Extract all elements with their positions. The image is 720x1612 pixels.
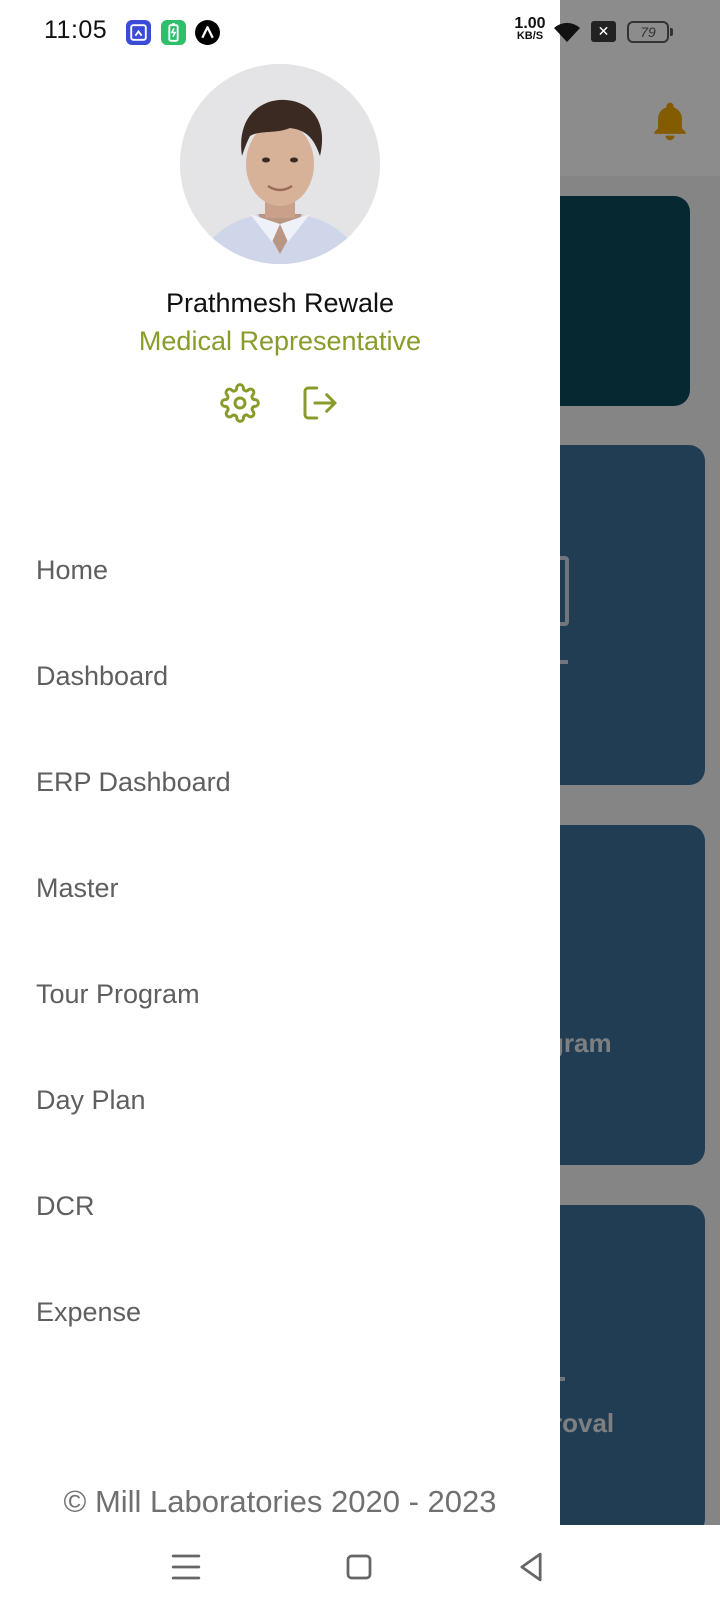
logout-icon[interactable]: [300, 383, 340, 423]
recent-apps-icon[interactable]: [164, 1545, 208, 1589]
menu-item-master[interactable]: Master: [36, 858, 516, 918]
battery-tip: [670, 28, 673, 36]
battery-saver-icon: [161, 20, 186, 45]
battery-level: 79: [640, 24, 656, 40]
profile-photo: [180, 64, 380, 264]
battery-icon: 79: [627, 21, 669, 43]
profile-avatar[interactable]: [180, 64, 380, 264]
app-screen: gram roval Prathmesh Rewale Medical Repr…: [0, 0, 720, 1612]
triangle-app-icon: [195, 20, 220, 45]
menu-item-dashboard[interactable]: Dashboard: [36, 646, 516, 706]
copyright-footer: © Mill Laboratories 2020 - 2023: [63, 1484, 497, 1519]
network-speed: 1.00 KB/S: [512, 16, 548, 42]
no-sim-icon: ✕: [591, 21, 616, 42]
user-role: Medical Representative: [138, 326, 422, 356]
menu-item-home[interactable]: Home: [36, 540, 516, 600]
home-button-icon[interactable]: [337, 1545, 381, 1589]
menu-item-day-plan[interactable]: Day Plan: [36, 1070, 516, 1130]
gear-icon[interactable]: [220, 383, 260, 423]
menu-item-expense[interactable]: Expense: [36, 1282, 516, 1342]
status-bar: 11:05 1.00 KB/S ✕ 79: [0, 0, 720, 64]
menu-item-erp-dashboard[interactable]: ERP Dashboard: [36, 752, 516, 812]
wifi-icon: [554, 22, 580, 42]
screen-mirror-icon: [126, 20, 151, 45]
menu-item-dcr[interactable]: DCR: [36, 1176, 516, 1236]
back-button-icon[interactable]: [509, 1545, 553, 1589]
status-time: 11:05: [44, 16, 108, 44]
network-speed-unit: KB/S: [516, 30, 544, 42]
system-navigation-bar: [0, 1525, 720, 1612]
navigation-drawer: Prathmesh Rewale Medical Representative …: [0, 0, 560, 1525]
menu-item-tour-program[interactable]: Tour Program: [36, 964, 516, 1024]
user-name: Prathmesh Rewale: [165, 288, 395, 318]
